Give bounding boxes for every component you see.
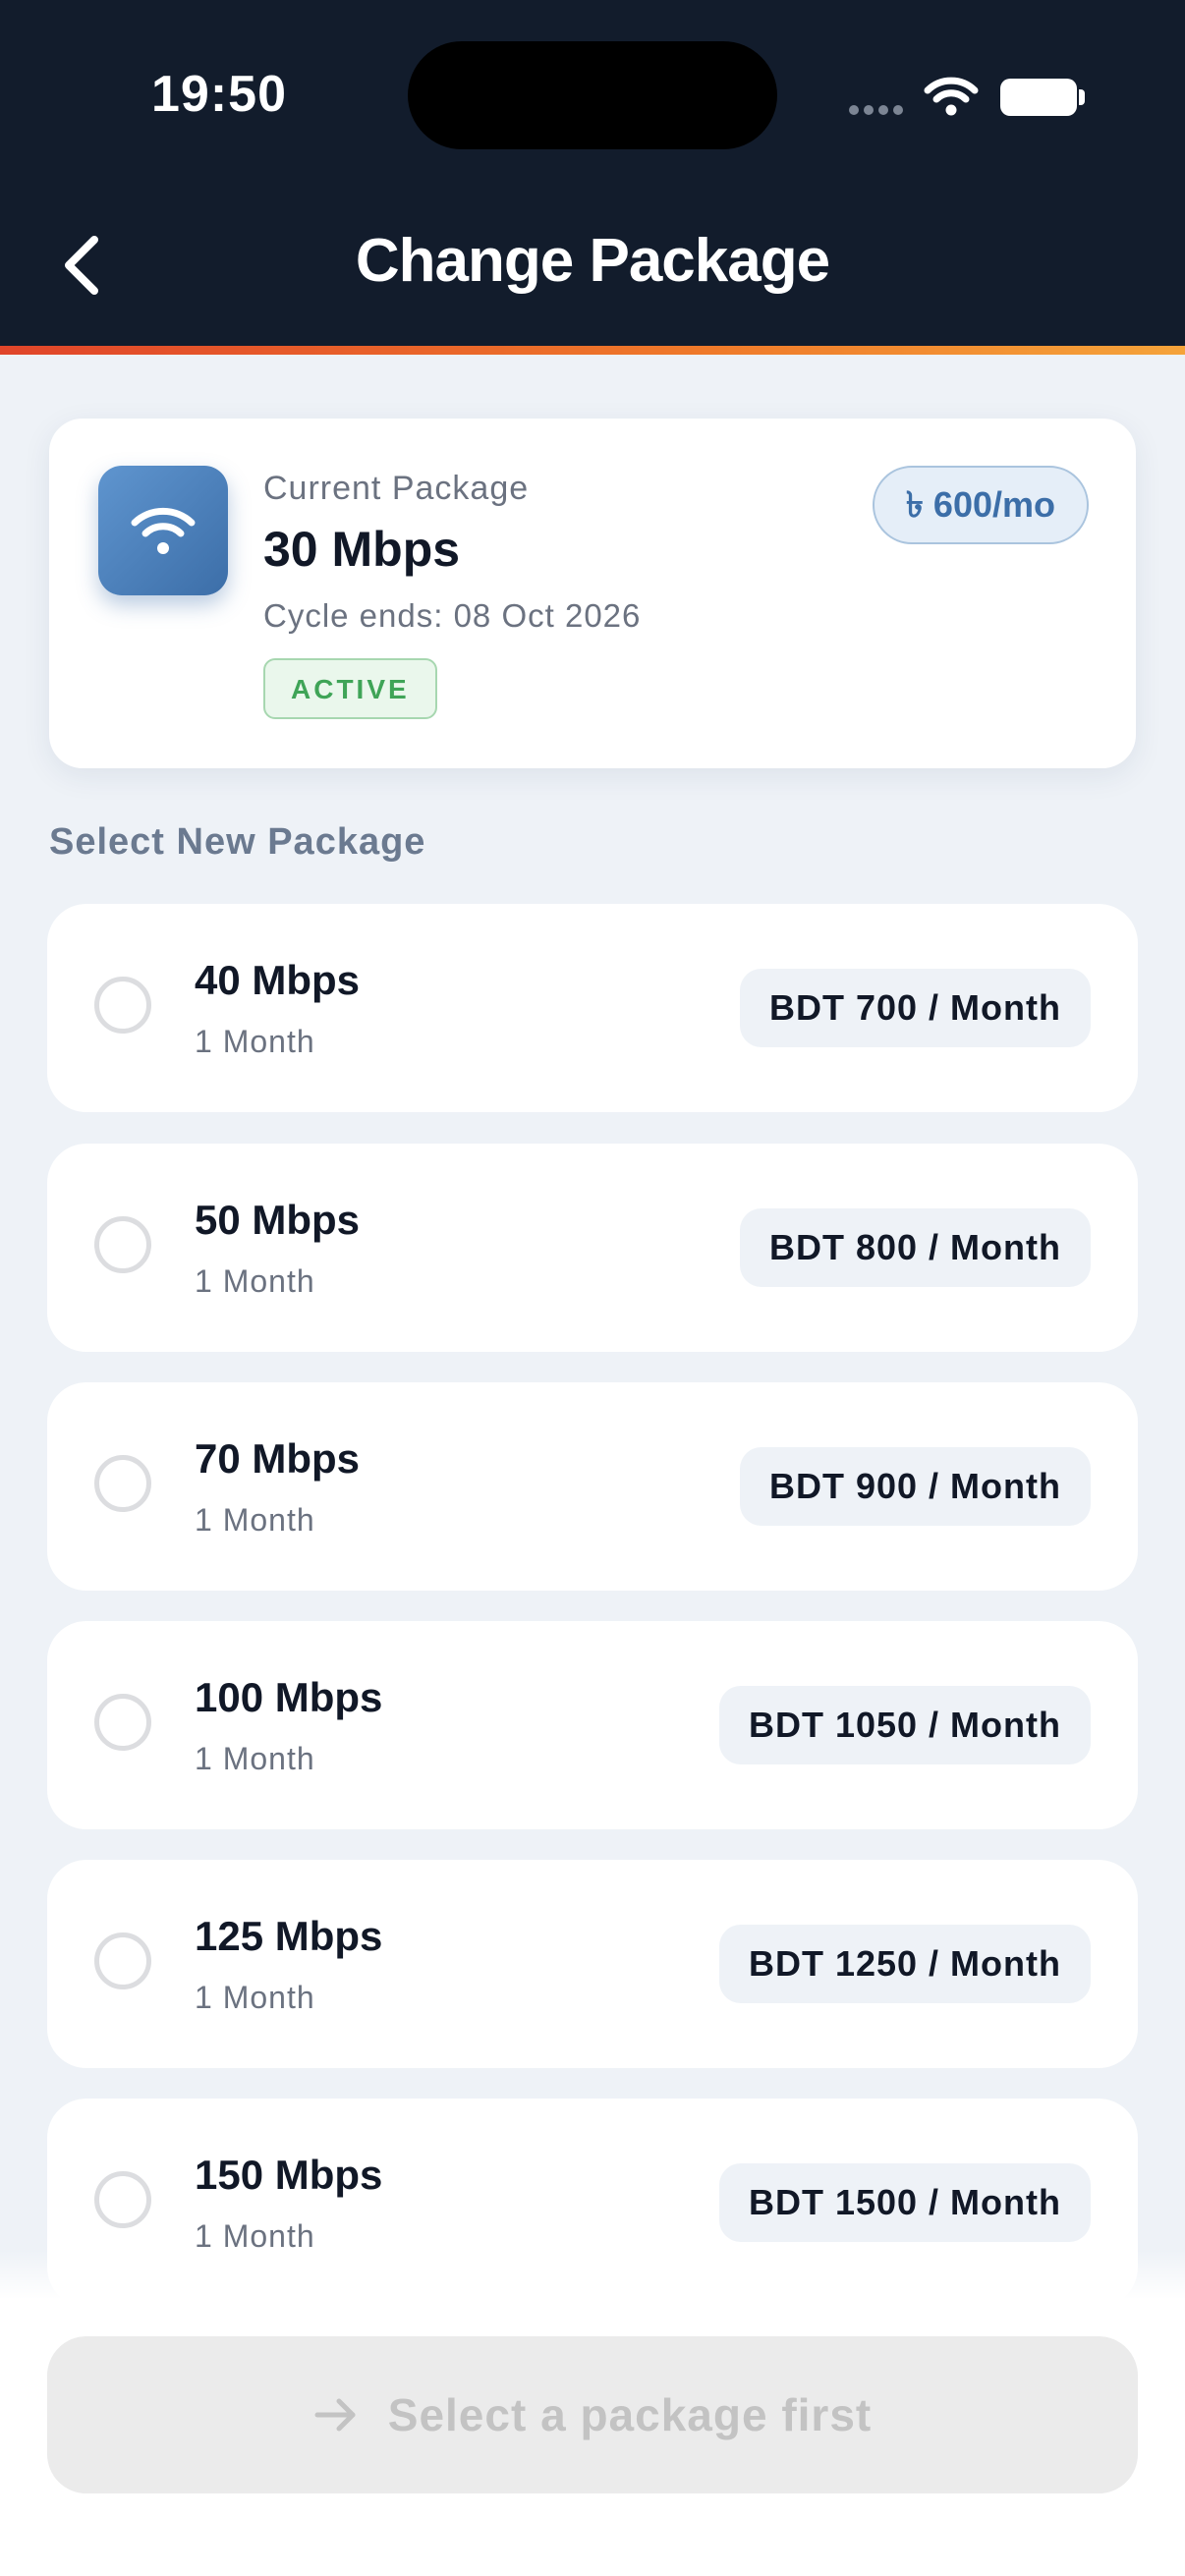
package-price: BDT 700 / Month	[739, 969, 1091, 1047]
wifi-icon	[131, 507, 196, 554]
package-price: BDT 1500 / Month	[718, 2163, 1091, 2242]
page-title: Change Package	[355, 227, 830, 295]
package-duration: 1 Month	[195, 1741, 315, 1776]
dynamic-island	[408, 41, 777, 149]
radio-button[interactable]	[94, 1932, 151, 1989]
package-price: BDT 1250 / Month	[718, 1925, 1091, 2003]
package-option-40-mbps[interactable]: 40 Mbps 1 Month BDT 700 / Month	[47, 904, 1138, 1112]
radio-button[interactable]	[94, 1455, 151, 1512]
cellular-signal-icon	[849, 102, 908, 120]
current-package-card: Current Package 30 Mbps Cycle ends: 08 O…	[49, 419, 1136, 768]
current-price-badge: ৳ 600/mo	[873, 466, 1089, 544]
header-accent-bar	[0, 346, 1185, 355]
current-package-label: Current Package	[263, 470, 530, 507]
package-duration: 1 Month	[195, 1502, 315, 1538]
package-option-50-mbps[interactable]: 50 Mbps 1 Month BDT 800 / Month	[47, 1144, 1138, 1352]
package-price: BDT 800 / Month	[739, 1208, 1091, 1287]
radio-button[interactable]	[94, 2171, 151, 2228]
package-option-100-mbps[interactable]: 100 Mbps 1 Month BDT 1050 / Month	[47, 1621, 1138, 1829]
section-title: Select New Package	[49, 821, 426, 863]
radio-button[interactable]	[94, 1694, 151, 1751]
status-badge: ACTIVE	[263, 658, 437, 719]
package-speed: 100 Mbps	[195, 1674, 383, 1720]
package-speed: 150 Mbps	[195, 2152, 383, 2198]
package-option-125-mbps[interactable]: 125 Mbps 1 Month BDT 1250 / Month	[47, 1860, 1138, 2068]
package-speed: 50 Mbps	[195, 1197, 361, 1243]
bottom-fade	[0, 2250, 1185, 2299]
package-speed: 40 Mbps	[195, 957, 361, 1003]
radio-button[interactable]	[94, 977, 151, 1034]
package-price: BDT 900 / Month	[739, 1447, 1091, 1526]
confirm-package-button[interactable]: Select a package first	[47, 2336, 1138, 2493]
package-duration: 1 Month	[195, 1024, 315, 1059]
current-package-speed: 30 Mbps	[263, 522, 461, 577]
package-option-70-mbps[interactable]: 70 Mbps 1 Month BDT 900 / Month	[47, 1382, 1138, 1591]
radio-button[interactable]	[94, 1216, 151, 1273]
package-speed: 125 Mbps	[195, 1913, 383, 1959]
package-duration: 1 Month	[195, 1980, 315, 2015]
battery-icon	[1000, 79, 1077, 116]
package-duration: 1 Month	[195, 1263, 315, 1299]
cycle-end-date: Cycle ends: 08 Oct 2026	[263, 597, 642, 634]
battery-tip	[1079, 89, 1085, 105]
arrow-right-icon	[314, 2398, 356, 2432]
package-speed: 70 Mbps	[195, 1435, 361, 1482]
package-price: BDT 1050 / Month	[718, 1686, 1091, 1764]
cta-label: Select a package first	[387, 2388, 873, 2440]
wifi-badge	[98, 466, 228, 595]
wifi-status-icon	[924, 77, 979, 116]
cta-content: Select a package first	[47, 2336, 1138, 2493]
status-time: 19:50	[151, 66, 287, 123]
